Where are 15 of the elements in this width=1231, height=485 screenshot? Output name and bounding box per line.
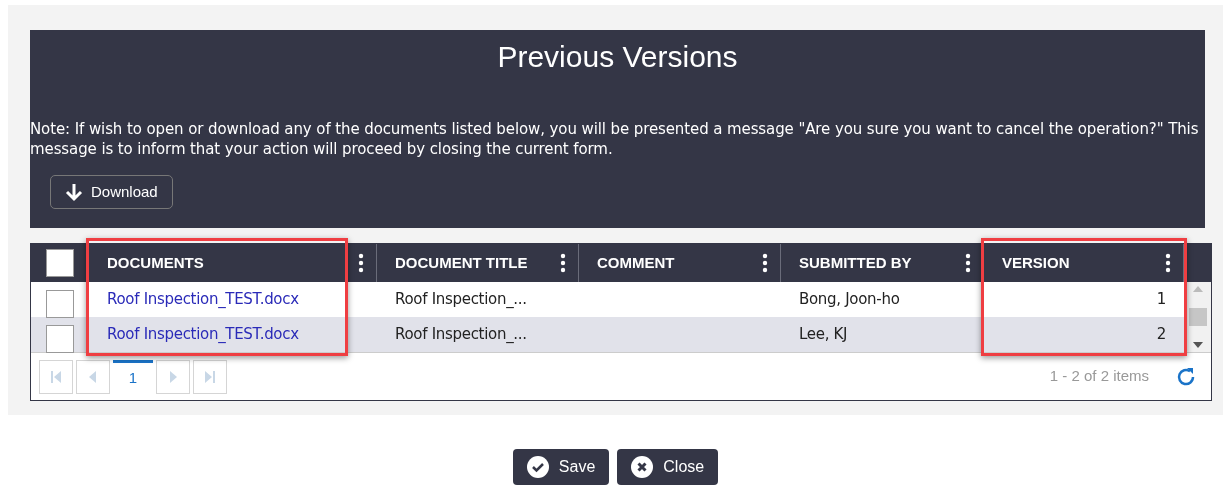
document-link[interactable]: Roof Inspection_TEST.docx [107,288,299,311]
table-cell-text: 2 [1156,324,1166,346]
table-cell-text: 1 [1156,289,1166,311]
table-cell-text: Roof Inspection_... [395,289,527,311]
dialog-title: Previous Versions [496,39,739,75]
table-cell-text: Bong, Joon-ho [799,289,900,311]
document-link[interactable]: Roof Inspection_TEST.docx [107,323,299,346]
close-button[interactable]: Close [617,449,719,485]
save-button[interactable]: Save [512,449,610,485]
table-cell-text: Lee, KJ [799,324,848,346]
note-text: Note: If wish to open or download any of the documents listed below, you will be presented a message "Are you sure you want to cancel the operation?" This message is to inform that your action will proceed by closing the current form. [30,119,1200,159]
table-cell-text: Roof Inspection_... [395,324,527,346]
download-button[interactable]: Download [50,175,173,209]
page-number[interactable]: 1 [113,359,153,394]
pager-summary: 1 - 2 of 2 items [1049,366,1149,387]
